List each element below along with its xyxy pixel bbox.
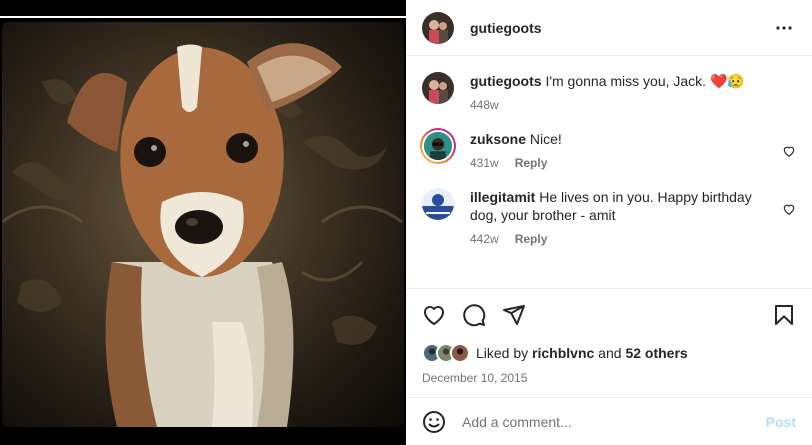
comment-bubble-icon[interactable] [462, 303, 486, 327]
like-comment-heart-icon[interactable] [782, 202, 796, 216]
more-horizontal-icon [776, 25, 792, 30]
like-heart-icon[interactable] [422, 303, 446, 327]
comment-item: zuksone Nice! 431w Reply [420, 128, 796, 170]
caption-text: I'm gonna miss you, Jack. [545, 73, 710, 89]
likes-prefix: Liked by [476, 345, 533, 361]
comment-item: illegitamit He lives on in you. Happy bi… [422, 188, 796, 246]
author-avatar[interactable] [422, 11, 454, 44]
post-actions-section: Liked by richblvnc and 52 others Decembe… [406, 288, 812, 385]
like-comment-heart-icon[interactable] [782, 144, 796, 158]
liker-avatars [422, 343, 470, 363]
likes-text: Liked by richblvnc and 52 others [476, 345, 688, 361]
comments-list: gutiegoots I'm gonna miss you, Jack. ❤️😥… [406, 56, 812, 288]
comment-username[interactable]: zuksone [470, 131, 526, 147]
caption-username[interactable]: gutiegoots [470, 73, 542, 89]
likes-others-link[interactable]: 52 others [625, 345, 687, 361]
post-header: gutiegoots [406, 0, 812, 56]
save-bookmark-icon[interactable] [772, 303, 796, 327]
comment-timestamp[interactable]: 431w [470, 156, 499, 170]
add-comment-bar: Post [406, 397, 812, 445]
author-username[interactable]: gutiegoots [470, 20, 772, 36]
media-top-divider [0, 16, 406, 18]
likes-summary: Liked by richblvnc and 52 others [422, 343, 796, 363]
dog-photo-image [2, 43, 403, 427]
liker-avatar[interactable] [450, 343, 470, 363]
commenter-avatar[interactable] [422, 188, 454, 220]
commenter-avatar-story-ring[interactable] [420, 128, 456, 164]
caption-emojis: ❤️😥 [709, 73, 745, 89]
post-detail-panel: gutiegoots gutiegoots I'm gonna miss you… [406, 0, 812, 445]
post-comment-button[interactable]: Post [766, 414, 796, 430]
reply-button[interactable]: Reply [515, 156, 548, 170]
action-bar [422, 289, 796, 341]
more-options-button[interactable] [772, 16, 796, 40]
share-paper-plane-icon[interactable] [502, 303, 526, 327]
comment-text: Nice! [529, 131, 562, 147]
caption: gutiegoots I'm gonna miss you, Jack. ❤️😥… [422, 72, 796, 112]
comment-input[interactable] [462, 413, 766, 430]
commenter-avatar [422, 130, 454, 162]
comment-username[interactable]: illegitamit [470, 189, 535, 205]
post-photo[interactable] [2, 22, 404, 427]
post-date[interactable]: December 10, 2015 [422, 371, 796, 385]
likes-middle: and [594, 345, 626, 361]
emoji-smiley-icon[interactable] [422, 410, 446, 434]
comment-timestamp[interactable]: 442w [470, 232, 499, 246]
liker-username[interactable]: richblvnc [532, 345, 594, 361]
caption-timestamp[interactable]: 448w [470, 98, 499, 112]
post-media-pane [0, 0, 406, 445]
caption-avatar[interactable] [422, 72, 454, 104]
reply-button[interactable]: Reply [515, 232, 548, 246]
